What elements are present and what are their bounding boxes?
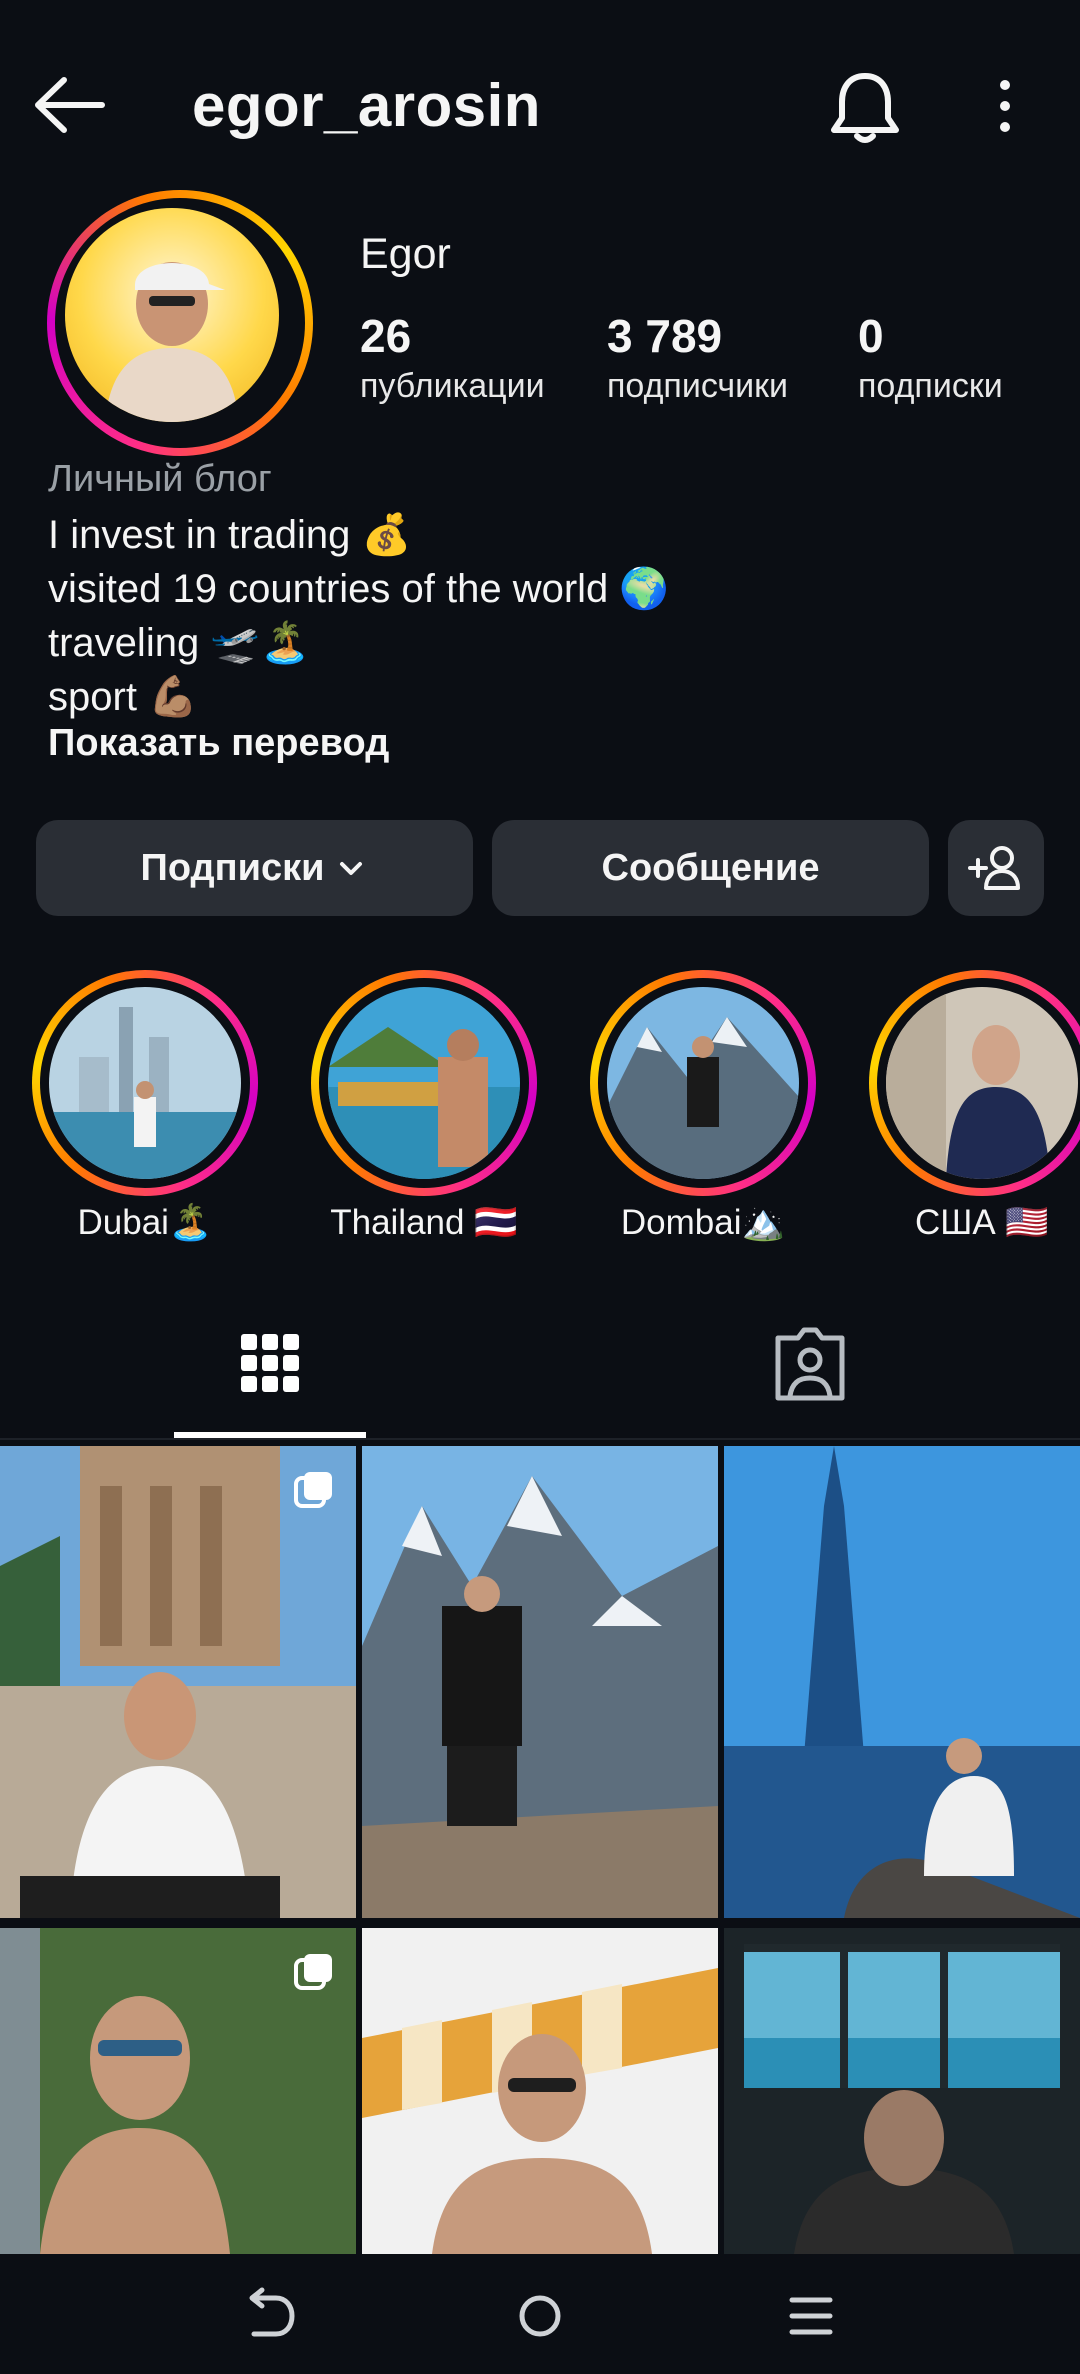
- system-back-icon: [249, 2287, 295, 2337]
- system-recents-button[interactable]: [766, 2276, 856, 2356]
- stat-followers-label: подписчики: [607, 367, 789, 405]
- bio-line: sport 💪🏽: [48, 675, 198, 719]
- stat-followers-value: 3 789: [607, 310, 723, 362]
- stat-posts-value: 26: [360, 310, 412, 362]
- system-home-icon: [519, 2295, 561, 2337]
- profile-username: egor_arosin: [192, 72, 541, 139]
- stat-following-label: подписки: [858, 367, 1003, 405]
- tabs-divider: [0, 1438, 1080, 1440]
- more-vertical-icon: [1000, 80, 1010, 132]
- avatar: [65, 208, 279, 422]
- profile-category: Личный блог: [48, 458, 272, 500]
- post-thumbnail[interactable]: [362, 1446, 718, 1918]
- suggest-friends-button[interactable]: [948, 820, 1044, 916]
- highlight-cover: [886, 987, 1078, 1179]
- stat-posts[interactable]: 26 публикации: [360, 308, 545, 408]
- carousel-icon: [294, 1472, 332, 1508]
- tagged-person-icon: [775, 1327, 845, 1401]
- stat-followers[interactable]: 3 789 подписчики: [607, 308, 788, 408]
- carousel-icon: [294, 1954, 332, 1990]
- tab-tagged[interactable]: [714, 1310, 906, 1440]
- highlight-label: Dombai🏔️: [620, 1203, 786, 1242]
- profile-header: egor_arosin: [0, 0, 1080, 210]
- arrow-left-icon: [35, 77, 105, 133]
- grid-icon: [241, 1334, 299, 1392]
- display-name: Egor: [360, 230, 451, 278]
- bio-line: traveling 🛫🏝️: [48, 621, 310, 665]
- bio-line: I invest in trading 💰: [48, 513, 412, 557]
- highlight-cover: [328, 987, 520, 1179]
- back-button[interactable]: [30, 70, 110, 140]
- avatar-story-ring[interactable]: [47, 190, 313, 456]
- system-home-button[interactable]: [495, 2276, 585, 2356]
- message-button-label: Сообщение: [601, 846, 820, 889]
- highlight-cover: [607, 987, 799, 1179]
- stat-following-value: 0: [858, 310, 884, 362]
- following-button-label: Подписки: [140, 846, 325, 889]
- chevron-down-icon: [340, 862, 363, 875]
- bell-icon: [831, 73, 899, 143]
- tab-posts-grid[interactable]: [174, 1310, 366, 1440]
- stat-following[interactable]: 0 подписки: [858, 308, 1003, 408]
- active-tab-indicator: [174, 1432, 366, 1438]
- show-translation-link[interactable]: Показать перевод: [48, 722, 389, 765]
- highlight-cover: [49, 987, 241, 1179]
- post-thumbnail[interactable]: [724, 1928, 1080, 2254]
- post-thumbnail[interactable]: [724, 1446, 1080, 1918]
- notifications-button[interactable]: [820, 68, 910, 148]
- system-recents-icon: [789, 2297, 833, 2335]
- bio-line: visited 19 countries of the world 🌍: [48, 567, 670, 611]
- stat-posts-label: публикации: [360, 367, 545, 405]
- system-back-button[interactable]: [224, 2276, 314, 2356]
- highlight-label: Thailand 🇹🇭: [330, 1203, 518, 1242]
- message-button[interactable]: Сообщение: [492, 820, 929, 916]
- highlight-label: США 🇺🇸: [914, 1203, 1049, 1242]
- person-add-icon: [968, 846, 1020, 890]
- following-button[interactable]: Подписки: [36, 820, 473, 916]
- post-thumbnail[interactable]: [0, 1446, 356, 1918]
- highlight-label: Dubai🏝️: [77, 1203, 213, 1242]
- post-thumbnail[interactable]: [0, 1928, 356, 2254]
- more-options-button[interactable]: [975, 68, 1035, 148]
- post-thumbnail[interactable]: [362, 1928, 718, 2254]
